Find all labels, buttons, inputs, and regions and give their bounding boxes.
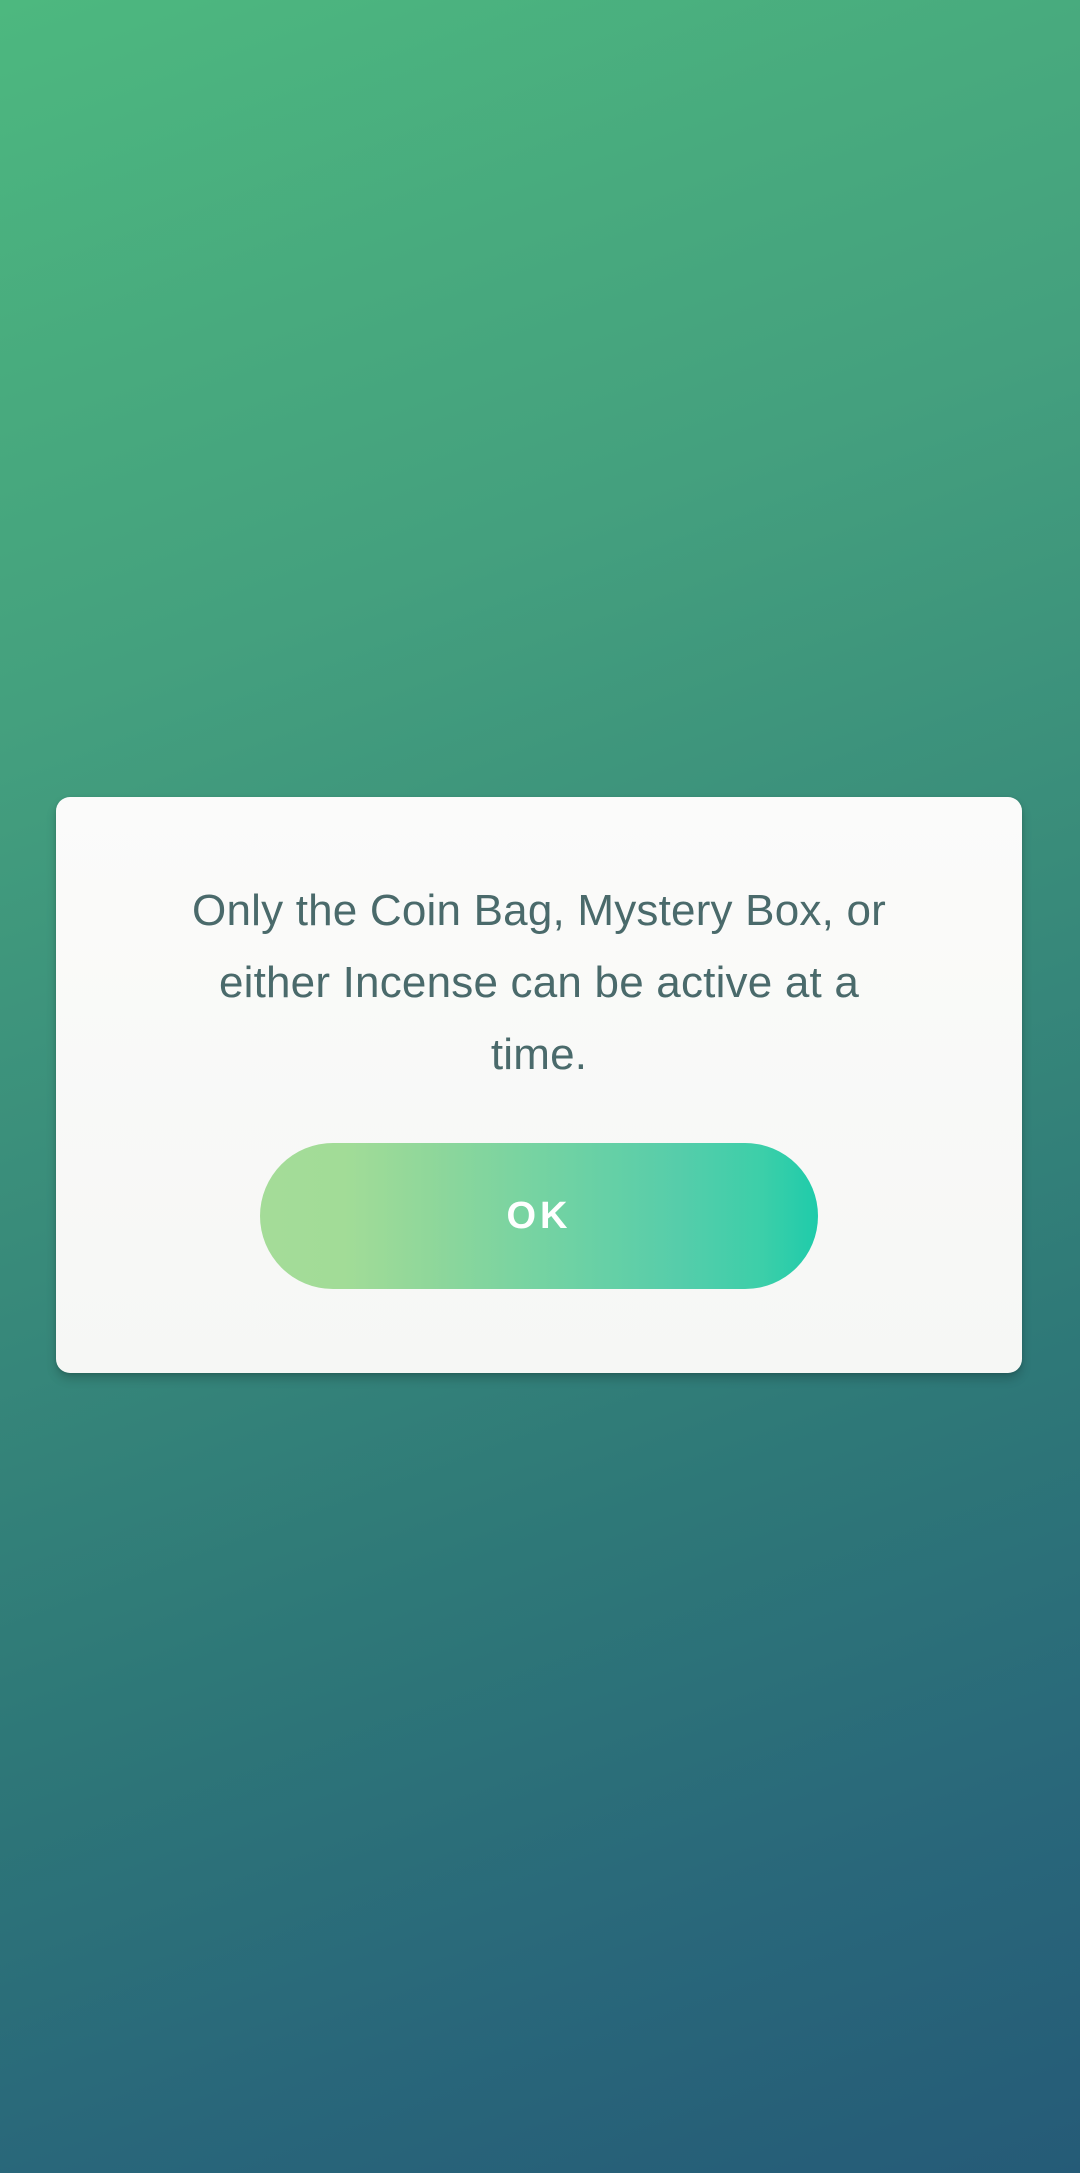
alert-dialog: Only the Coin Bag, Mystery Box, or eithe…: [56, 797, 1022, 1373]
ok-button[interactable]: OK: [260, 1143, 818, 1289]
dialog-message: Only the Coin Bag, Mystery Box, or eithe…: [192, 886, 886, 1079]
